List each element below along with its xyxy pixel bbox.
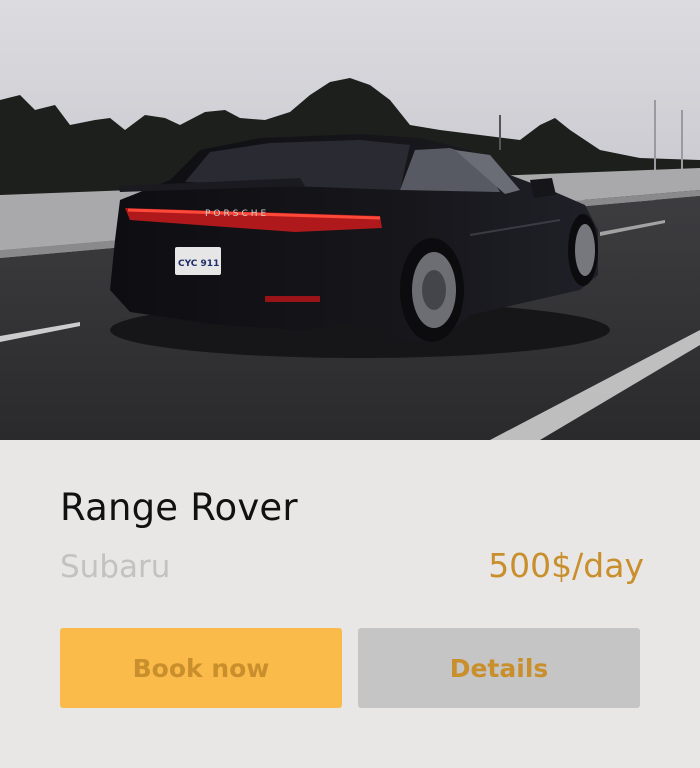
book-now-button[interactable]: Book now (60, 628, 342, 708)
car-brand-label: Subaru (60, 549, 171, 585)
details-button[interactable]: Details (358, 628, 640, 708)
car-model-title: Range Rover (60, 486, 298, 529)
price-label: 500$/day (488, 546, 644, 585)
details-label: Details (449, 653, 549, 683)
car-photo: PORSCHE CYC 911 (0, 0, 700, 440)
license-plate-text: CYC 911 (178, 259, 219, 269)
photo-badge: PORSCHE (205, 209, 269, 219)
book-now-label: Book now (132, 653, 270, 683)
car-card: PORSCHE CYC 911 Range Rover Subaru 500$/… (0, 0, 700, 768)
